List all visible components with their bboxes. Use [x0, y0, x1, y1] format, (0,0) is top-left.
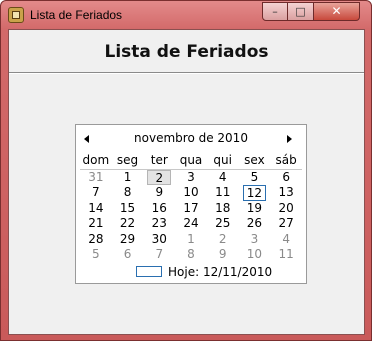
calendar-day[interactable]: 27: [270, 216, 302, 232]
weekday-header: sex: [238, 153, 271, 170]
next-month-icon[interactable]: [287, 135, 292, 143]
calendar-day[interactable]: 6: [270, 170, 302, 186]
weekday-header: ter: [143, 153, 176, 170]
calendar-day[interactable]: 31: [80, 170, 112, 186]
calendar-day[interactable]: 16: [143, 201, 175, 217]
calendar-day[interactable]: 8: [112, 185, 144, 201]
calendar-day[interactable]: 19: [239, 201, 271, 217]
close-button[interactable]: ✕: [314, 2, 360, 21]
calendar-day[interactable]: 3: [175, 170, 207, 186]
weekday-header: seg: [111, 153, 144, 170]
calendar-day[interactable]: 12: [242, 185, 267, 201]
title-bar[interactable]: Lista de Feriados – □ ✕: [1, 1, 371, 29]
calendar-day[interactable]: 1: [175, 232, 207, 248]
weekday-header: qui: [206, 153, 239, 170]
calendar-day[interactable]: 30: [143, 232, 175, 248]
weekday-header: qua: [175, 153, 207, 170]
calendar-day[interactable]: 23: [143, 216, 175, 232]
today-marker-icon: [136, 266, 162, 277]
calendar-day[interactable]: 11: [270, 247, 302, 263]
calendar-day[interactable]: 9: [207, 247, 239, 263]
calendar-day[interactable]: 26: [239, 216, 271, 232]
page-title: Lista de Feriados: [104, 42, 269, 62]
app-window: Lista de Feriados – □ ✕ Lista de Feriado…: [0, 0, 372, 341]
calendar-day[interactable]: 2: [207, 232, 239, 248]
calendar-day[interactable]: 21: [80, 216, 112, 232]
calendar-day[interactable]: 28: [80, 232, 112, 248]
month-calendar: novembro de 2010 dom seg ter qua qui sex sáb 31…: [75, 124, 307, 284]
calendar-day[interactable]: 17: [175, 201, 207, 217]
calendar-month-label[interactable]: novembro de 2010: [76, 131, 306, 145]
calendar-day[interactable]: 5: [239, 170, 271, 186]
calendar-day[interactable]: 25: [207, 216, 239, 232]
header-panel: Lista de Feriados: [9, 30, 364, 73]
calendar-day[interactable]: 9: [143, 185, 175, 201]
window-controls: – □ ✕: [262, 2, 360, 21]
calendar-day[interactable]: 7: [80, 185, 112, 201]
calendar-day[interactable]: 4: [207, 170, 239, 186]
window-title: Lista de Feriados: [30, 8, 123, 22]
app-icon: [8, 7, 24, 23]
calendar-day[interactable]: 15: [112, 201, 144, 217]
calendar-day[interactable]: 5: [80, 247, 112, 263]
calendar-day[interactable]: 20: [270, 201, 302, 217]
calendar-grid: dom seg ter qua qui sex sáb 31 1 2 3 4 5 6 7 8 9 10 11 12 13…: [80, 153, 302, 263]
calendar-day[interactable]: 11: [207, 185, 239, 201]
calendar-day[interactable]: 3: [239, 232, 271, 248]
calendar-day[interactable]: 22: [112, 216, 144, 232]
today-link[interactable]: Hoje: 12/11/2010: [136, 264, 272, 279]
calendar-day[interactable]: 24: [175, 216, 207, 232]
minimize-button[interactable]: –: [262, 2, 288, 21]
calendar-day[interactable]: 29: [112, 232, 144, 248]
calendar-day[interactable]: 8: [175, 247, 207, 263]
calendar-day[interactable]: 4: [270, 232, 302, 248]
calendar-day[interactable]: 10: [175, 185, 207, 201]
calendar-day[interactable]: 6: [112, 247, 144, 263]
calendar-day[interactable]: 1: [112, 170, 144, 186]
client-area: Lista de Feriados novembro de 2010 dom se…: [8, 29, 365, 335]
calendar-day[interactable]: 2: [147, 169, 172, 185]
calendar-day[interactable]: 7: [143, 247, 175, 263]
today-label: Hoje: 12/11/2010: [168, 264, 273, 279]
weekday-header: sáb: [270, 153, 302, 170]
calendar-day[interactable]: 10: [239, 247, 271, 263]
calendar-day[interactable]: 13: [270, 185, 302, 201]
weekday-header: dom: [80, 153, 112, 170]
calendar-day[interactable]: 18: [207, 201, 239, 217]
maximize-button[interactable]: □: [288, 2, 314, 21]
calendar-day[interactable]: 14: [80, 201, 112, 217]
